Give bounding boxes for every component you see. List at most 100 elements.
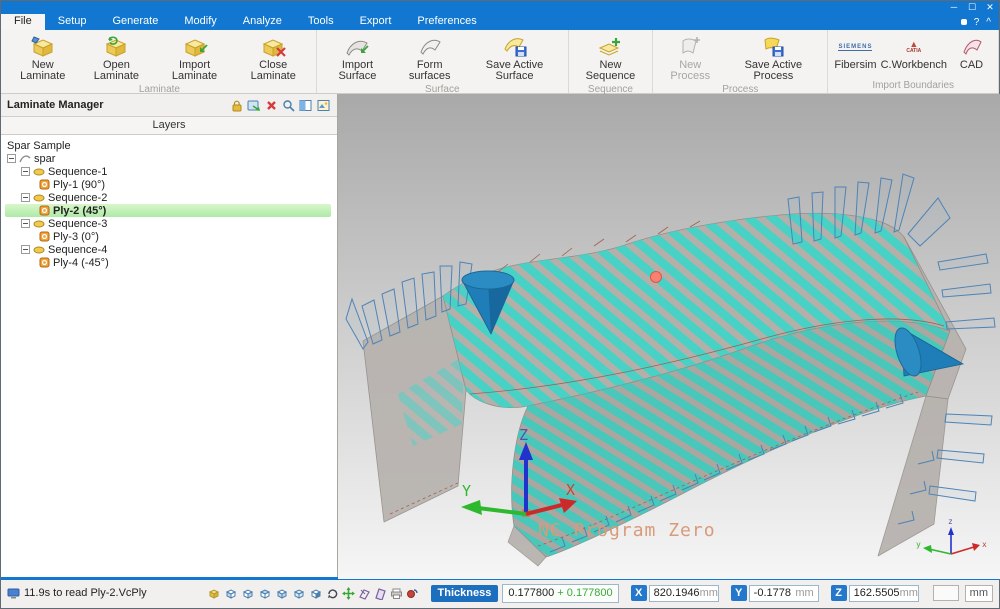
export-view-icon[interactable] — [247, 99, 261, 112]
split-view-icon[interactable] — [299, 99, 313, 112]
search-icon[interactable] — [282, 99, 295, 112]
ribbon-group-laminate: New Laminate Open Laminate Import Lamina… — [3, 30, 317, 93]
save-active-process-icon — [760, 34, 786, 60]
lock-icon[interactable] — [230, 99, 243, 112]
new-sequence-button[interactable]: New Sequence — [573, 33, 648, 83]
menu-modify[interactable]: Modify — [171, 14, 229, 30]
tree-item-sequence-1[interactable]: Sequence-1 — [5, 165, 337, 178]
tree-item-spar-sample[interactable]: Spar Sample — [5, 139, 337, 152]
sequence-icon — [33, 245, 45, 255]
help-icon[interactable]: ? — [974, 17, 980, 28]
expander-toggle[interactable] — [7, 154, 16, 163]
menu-analyze[interactable]: Analyze — [230, 14, 295, 30]
pan-view-icon[interactable] — [342, 587, 355, 600]
tree-item-sequence-3[interactable]: Sequence-3 — [5, 217, 337, 230]
mini-x-label: x — [982, 540, 987, 549]
view-cube-front-icon[interactable] — [224, 587, 238, 600]
spare-value-field[interactable] — [933, 585, 959, 601]
probe-point-marker[interactable] — [651, 272, 662, 283]
import-surface-button[interactable]: Import Surface — [321, 33, 394, 83]
tree-item-ply-3[interactable]: Ply-3 (0°) — [5, 230, 337, 243]
thickness-delta: + 0.177800 — [557, 587, 612, 599]
menu-tools[interactable]: Tools — [295, 14, 347, 30]
ribbon-group-import-boundaries: SIEMENS Fibersim ▲CATIA C.Workbench CAD … — [828, 30, 999, 93]
cworkbench-button[interactable]: ▲CATIA C.Workbench — [879, 33, 949, 72]
expander-toggle[interactable] — [21, 219, 30, 228]
collapse-ribbon-icon[interactable]: ^ — [986, 17, 991, 28]
close-laminate-button[interactable]: Close Laminate — [235, 33, 312, 83]
z-axis-badge: Z — [831, 585, 847, 601]
y-axis-badge: Y — [731, 585, 747, 601]
import-laminate-icon — [182, 34, 208, 60]
delete-icon[interactable] — [265, 99, 278, 112]
thickness-field[interactable]: 0.177800 + 0.177800 — [502, 584, 618, 603]
record-icon[interactable] — [406, 587, 419, 600]
flip-view-icon[interactable] — [358, 587, 371, 600]
tree-item-sequence-2[interactable]: Sequence-2 — [5, 191, 337, 204]
view-cube-right-icon[interactable] — [292, 587, 306, 600]
import-laminate-button[interactable]: Import Laminate — [154, 33, 234, 83]
view-cube-top-icon[interactable] — [258, 587, 272, 600]
image-view-icon[interactable] — [317, 99, 331, 112]
cad-icon — [960, 34, 984, 60]
x-axis-badge: X — [631, 585, 647, 601]
tree-item-ply-1[interactable]: Ply-1 (90°) — [5, 178, 337, 191]
fibersim-button[interactable]: SIEMENS Fibersim — [832, 33, 878, 72]
view-cube-iso-icon[interactable] — [207, 587, 221, 600]
tree-item-spar[interactable]: spar — [5, 152, 337, 165]
sequence-icon — [33, 219, 45, 229]
y-coordinate: Y -0.1778mm — [731, 585, 819, 602]
shade-view-icon[interactable] — [374, 587, 387, 600]
new-process-button: New Process — [657, 33, 723, 83]
y-coordinate-field[interactable]: -0.1778mm — [749, 585, 819, 602]
form-surfaces-icon — [417, 34, 443, 60]
view-cube-bottom-icon[interactable] — [309, 587, 323, 600]
view-cube-left-icon[interactable] — [275, 587, 289, 600]
laminate-manager-panel: Laminate Manager Layers Spar Sample — [1, 94, 338, 577]
spar-model-view[interactable]: Z Y X NC Program Zero z x y — [338, 94, 1000, 579]
panel-title: Laminate Manager — [7, 99, 104, 111]
3d-viewport[interactable]: Z Y X NC Program Zero z x y — [338, 94, 999, 577]
menu-preferences[interactable]: Preferences — [404, 14, 489, 30]
ply-icon — [39, 205, 50, 216]
title-bar: ─ ☐ ✕ — [1, 1, 999, 14]
new-process-icon — [677, 34, 703, 60]
sequence-icon — [33, 193, 45, 203]
ribbon-group-sequence: New Sequence Sequence — [569, 30, 653, 93]
menu-file[interactable]: File — [1, 14, 45, 30]
menu-generate[interactable]: Generate — [99, 14, 171, 30]
x-coordinate: X 820.1946mm — [631, 585, 719, 602]
open-laminate-button[interactable]: Open Laminate — [78, 33, 154, 83]
ribbon-toolbar: New Laminate Open Laminate Import Lamina… — [1, 30, 999, 94]
layers-column-header[interactable]: Layers — [1, 117, 337, 135]
menu-setup[interactable]: Setup — [45, 14, 100, 30]
maximize-icon[interactable]: ☐ — [963, 3, 981, 12]
expander-toggle[interactable] — [21, 167, 30, 176]
cad-button[interactable]: CAD — [949, 33, 994, 72]
status-message: 11.9s to read Ply-2.VcPly — [24, 587, 147, 599]
laminate-tree: Spar Sample spar Sequence-1 Ply-1 (90°) — [1, 135, 337, 577]
save-active-surface-button[interactable]: Save Active Surface — [465, 33, 563, 83]
quick-access-icon[interactable] — [961, 19, 967, 25]
ribbon-group-process: New Process Save Active Process Process — [653, 30, 828, 93]
rotate-view-icon[interactable] — [326, 587, 339, 600]
x-coordinate-field[interactable]: 820.1946mm — [649, 585, 719, 602]
tree-item-sequence-4[interactable]: Sequence-4 — [5, 243, 337, 256]
print-icon[interactable] — [390, 587, 403, 600]
minimize-icon[interactable]: ─ — [945, 3, 963, 12]
menu-export[interactable]: Export — [347, 14, 405, 30]
new-laminate-button[interactable]: New Laminate — [7, 33, 78, 83]
save-active-process-button[interactable]: Save Active Process — [723, 33, 823, 83]
close-laminate-icon — [260, 34, 286, 60]
application-window: ─ ☐ ✕ File Setup Generate Modify Analyze… — [0, 0, 1000, 609]
z-coordinate-field[interactable]: 162.5505mm — [849, 585, 919, 602]
mini-y-label: y — [916, 540, 921, 549]
view-cube-back-icon[interactable] — [241, 587, 255, 600]
tree-item-ply-2-selected[interactable]: Ply-2 (45°) — [5, 204, 331, 217]
form-surfaces-button[interactable]: Form surfaces — [394, 33, 465, 83]
expander-toggle[interactable] — [21, 193, 30, 202]
y-axis-label: Y — [462, 482, 471, 500]
expander-toggle[interactable] — [21, 245, 30, 254]
tree-item-ply-4[interactable]: Ply-4 (-45°) — [5, 256, 337, 269]
close-icon[interactable]: ✕ — [981, 3, 999, 12]
